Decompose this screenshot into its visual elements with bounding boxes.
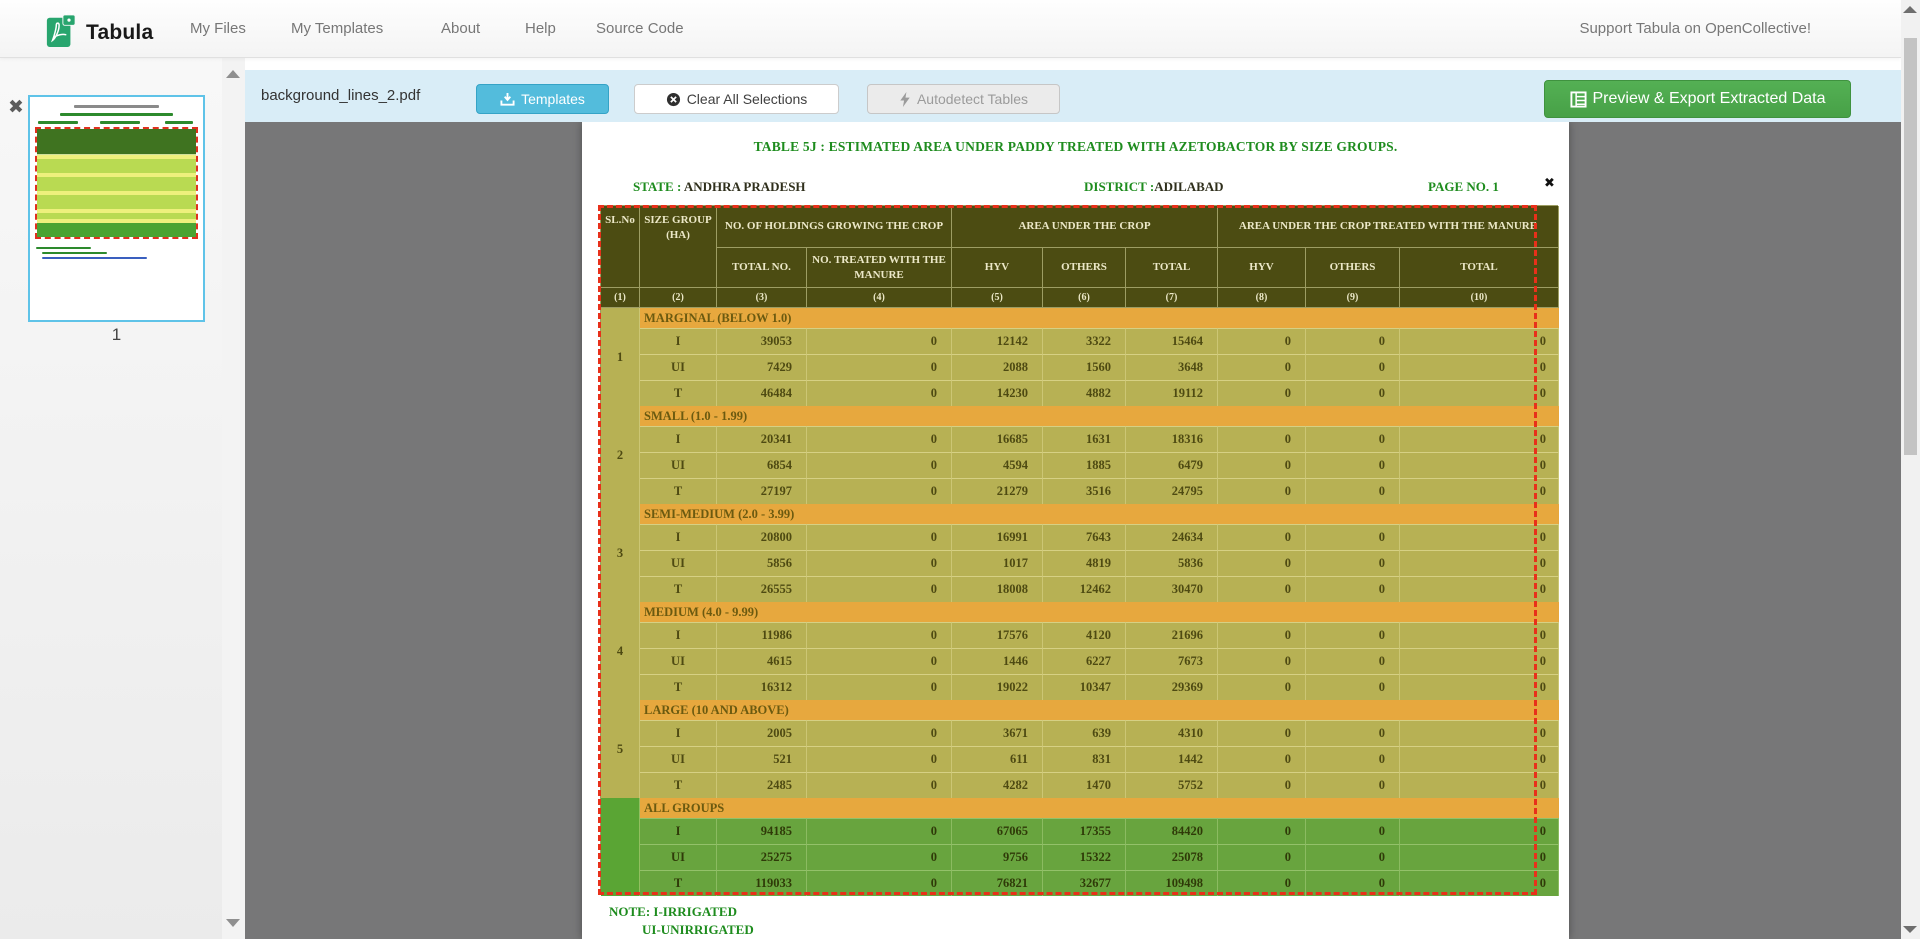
thumbnail-meta-line <box>38 121 78 124</box>
state-label: STATE : <box>633 179 681 194</box>
templates-label: Templates <box>521 91 585 107</box>
lightning-bolt-icon <box>899 92 911 107</box>
toolbar: background_lines_2.pdf Templates <box>245 70 1901 122</box>
sidebar-scrollbar[interactable] <box>222 58 245 939</box>
district-label: DISTRICT : <box>1084 179 1154 194</box>
scrollbar-thumb[interactable] <box>1904 38 1917 455</box>
brand-title: Tabula <box>86 21 153 45</box>
navbar: Tabula My Files My Templates About Help Sour… <box>0 0 1901 58</box>
autodetect-tables-button[interactable]: Autodetect Tables <box>867 84 1060 114</box>
pdf-page[interactable]: TABLE 5J : ESTIMATED AREA UNDER PADDY TR… <box>582 122 1569 939</box>
autodetect-tables-label: Autodetect Tables <box>917 91 1028 107</box>
pdf-district-line: DISTRICT :ADILABAD <box>1084 179 1224 195</box>
sidebar-thumbnails: ✖ 1 <box>0 58 245 939</box>
preview-export-button[interactable]: Preview & Export Extracted Data <box>1544 80 1851 118</box>
nav-link-source-code[interactable]: Source Code <box>596 0 684 58</box>
tabula-logo-icon <box>45 11 77 54</box>
clear-all-selections-button[interactable]: Clear All Selections <box>634 84 839 114</box>
brand-link[interactable]: Tabula <box>45 11 153 54</box>
remove-circle-icon <box>666 92 681 107</box>
thumbnail-note-line <box>42 252 107 254</box>
thumbnail-note-line <box>36 247 91 249</box>
scrollbar-up-icon[interactable] <box>1903 6 1917 13</box>
thumbnail-note-line <box>42 257 147 259</box>
remove-file-icon[interactable]: ✖ <box>8 98 24 117</box>
thumbnail-meta-line <box>165 121 193 124</box>
templates-save-icon <box>500 92 515 107</box>
thumbnail-table-selection <box>35 127 198 239</box>
main-column: background_lines_2.pdf Templates <box>245 58 1901 939</box>
nav-link-help[interactable]: Help <box>525 0 556 58</box>
pdf-note-line-1: NOTE: I-IRRIGATED <box>609 904 737 920</box>
clear-all-selections-label: Clear All Selections <box>687 91 808 107</box>
pdf-state-line: STATE : ANDHRA PRADESH <box>633 179 806 195</box>
thumbnail-meta-line <box>100 121 140 124</box>
page-thumbnail[interactable] <box>28 95 205 322</box>
table-list-icon <box>1570 91 1587 108</box>
thumbnail-table-body <box>37 155 196 219</box>
pdf-page-no: PAGE NO. 1 <box>1428 179 1499 195</box>
nav-link-about[interactable]: About <box>441 0 480 58</box>
pdf-viewer-area: TABLE 5J : ESTIMATED AREA UNDER PADDY TR… <box>245 122 1901 939</box>
thumbnail-subtitle-line <box>60 113 173 116</box>
district-value: ADILABAD <box>1154 179 1223 194</box>
sidebar-scroll-up-icon[interactable] <box>226 70 240 78</box>
nav-link-my-files[interactable]: My Files <box>190 0 246 58</box>
open-filename: background_lines_2.pdf <box>261 70 420 122</box>
templates-button[interactable]: Templates <box>476 84 609 114</box>
pdf-note-line-2: UI-UNIRRIGATED <box>642 922 754 938</box>
tabula-app: Tabula My Files My Templates About Help Sour… <box>0 0 1920 939</box>
support-opencollective-link[interactable]: Support Tabula on OpenCollective! <box>1579 0 1811 58</box>
preview-export-label: Preview & Export Extracted Data <box>1593 90 1826 108</box>
state-value: ANDHRA PRADESH <box>684 179 806 194</box>
thumbnail-table-header <box>37 129 196 155</box>
pdf-table-title: TABLE 5J : ESTIMATED AREA UNDER PADDY TR… <box>582 139 1569 155</box>
nav-link-my-templates[interactable]: My Templates <box>291 0 383 58</box>
selection-close-icon[interactable]: ✖ <box>1544 176 1555 191</box>
table-selection-overlay[interactable] <box>598 205 1537 895</box>
thumbnail-page-number: 1 <box>28 325 205 345</box>
window-scrollbar[interactable] <box>1901 0 1920 939</box>
thumbnail-title-line <box>74 105 159 108</box>
sidebar-scroll-down-icon[interactable] <box>226 919 240 927</box>
thumbnail-table-footer <box>37 219 196 237</box>
scrollbar-down-icon[interactable] <box>1903 926 1917 933</box>
